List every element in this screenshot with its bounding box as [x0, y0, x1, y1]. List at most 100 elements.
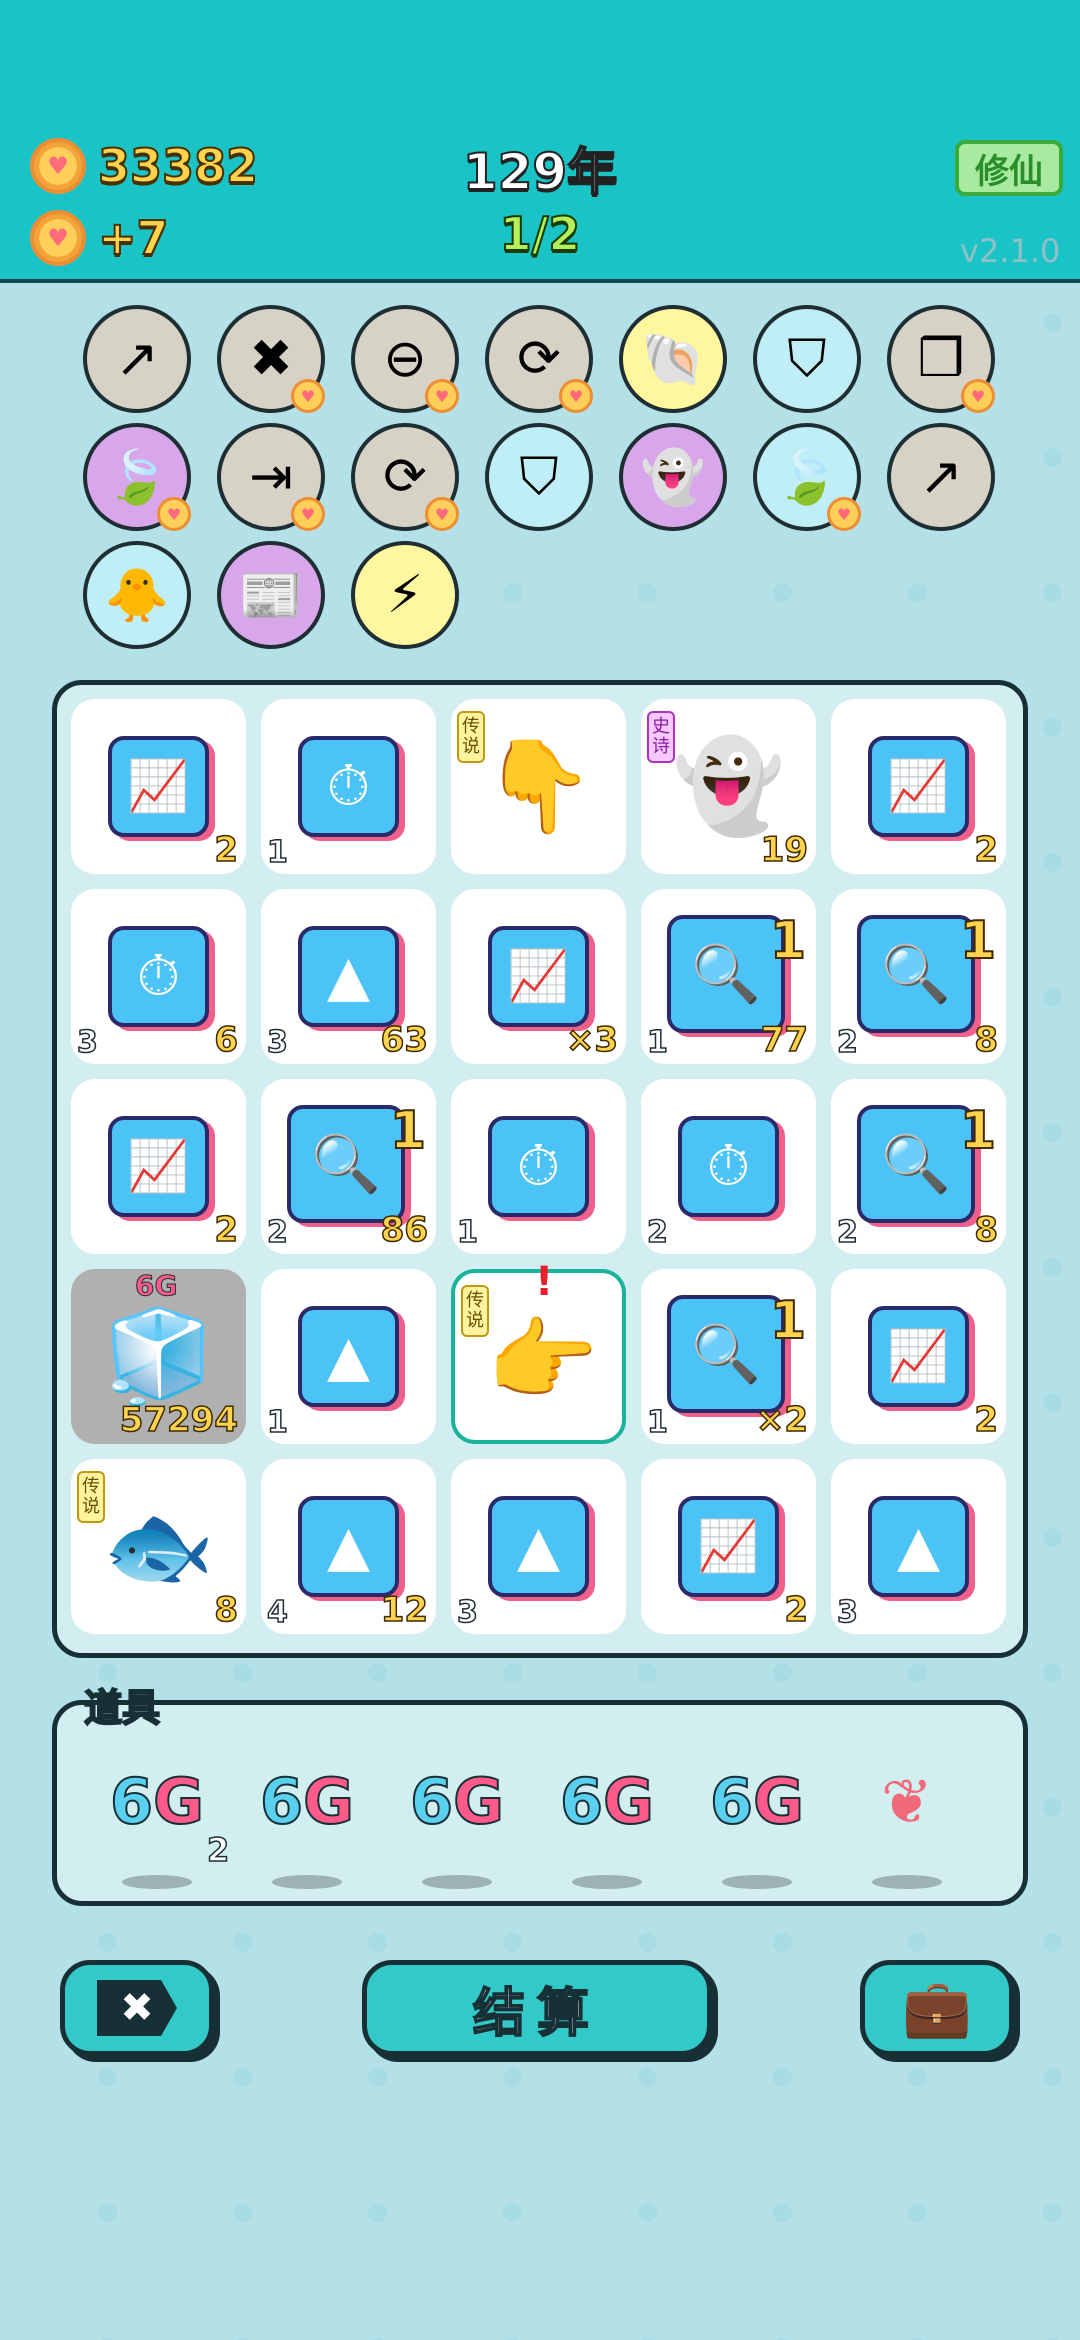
item-shadow: [722, 1875, 792, 1889]
cell-level: 2: [836, 1214, 858, 1251]
board-cell[interactable]: 🔍 1 2 8: [831, 889, 1006, 1064]
6g-icon[interactable]: 6G: [697, 1764, 817, 1839]
buff-slot[interactable]: ⚡: [351, 541, 459, 649]
top-bar: ♥ 33382 ♥ +7 129年 1/2 修仙 v2.1.0: [0, 0, 1080, 283]
cell-level: 4: [266, 1594, 288, 1631]
board-cell[interactable]: ▲ 1: [261, 1269, 436, 1444]
coin-icon: ♥: [157, 497, 191, 531]
board-cell[interactable]: ▲ 3: [451, 1459, 626, 1634]
buff-slot[interactable]: ⟳ ♥: [351, 423, 459, 531]
rarity-badge: 传说: [461, 1285, 489, 1337]
board-cell[interactable]: 🔍 1 2 86: [261, 1079, 436, 1254]
cultivation-button[interactable]: 修仙: [955, 140, 1063, 196]
buff-slot[interactable]: ⛉: [485, 423, 593, 531]
item-level: 1: [959, 910, 997, 972]
rarity-badge: 传说: [457, 711, 485, 763]
buff-slot[interactable]: ⊖ ♥: [351, 305, 459, 413]
minus-circle-icon: ⊖: [383, 329, 427, 389]
coin-icon: ♥: [827, 497, 861, 531]
board-cell[interactable]: 📈 2: [71, 699, 246, 874]
version-label: v2.1.0: [960, 232, 1061, 270]
cell-level: 3: [266, 1024, 288, 1061]
buff-slot[interactable]: ↗: [83, 305, 191, 413]
board-cell[interactable]: 🔍 1 1 ×2: [641, 1269, 816, 1444]
cell-value: 57294: [119, 1399, 239, 1441]
stopwatch-icon: ⏱: [298, 736, 399, 837]
6g-icon[interactable]: 6G: [547, 1764, 667, 1839]
coin-icon: ♥: [30, 138, 86, 194]
buff-slot[interactable]: 🐚: [619, 305, 727, 413]
buff-slot[interactable]: ⇥ ♥: [217, 423, 325, 531]
close-tag-icon: ✖: [97, 1980, 177, 2036]
arrow-up-card-icon: ↗: [919, 447, 963, 507]
board-cell[interactable]: 👇 传说: [451, 699, 626, 874]
board-cell[interactable]: 📈 2: [831, 699, 1006, 874]
buff-slot[interactable]: ⟳ ♥: [485, 305, 593, 413]
coin-icon: ♥: [30, 210, 86, 266]
buff-slot[interactable]: 📰: [217, 541, 325, 649]
discard-button[interactable]: ✖: [60, 1960, 214, 2056]
round-progress: 1/2: [499, 206, 582, 262]
buff-slot[interactable]: ✖ ♥: [217, 305, 325, 413]
cell-value: 77: [760, 1019, 809, 1061]
board-cell[interactable]: ▲ 4 12: [261, 1459, 436, 1634]
cell-value: 2: [214, 1209, 239, 1251]
item-level: 1: [389, 1100, 427, 1162]
board-cell[interactable]: 🔍 1 1 77: [641, 889, 816, 1064]
buff-slot[interactable]: 👻: [619, 423, 727, 531]
chick-egg-icon: 🐥: [104, 565, 170, 626]
board-cell[interactable]: 📈 2: [831, 1269, 1006, 1444]
buff-slot[interactable]: ↗: [887, 423, 995, 531]
coin-rate-value: +7: [97, 210, 170, 266]
board-cell[interactable]: ⏱ 3 6: [71, 889, 246, 1064]
gold-bars-icon: ▲: [298, 1306, 399, 1407]
coin-total: ♥ 33382: [30, 138, 259, 194]
item-count: 2: [206, 1830, 230, 1870]
6g-icon[interactable]: 6G: [97, 1764, 217, 1839]
board-cell[interactable]: ⏱ 1: [451, 1079, 626, 1254]
skirt-icon: ⛉: [787, 328, 827, 389]
buff-slot[interactable]: ❒ ♥: [887, 305, 995, 413]
coin-icon: ♥: [961, 379, 995, 413]
6g-icon[interactable]: 6G: [247, 1764, 367, 1839]
magnifier-coin-icon: 🔍: [667, 915, 785, 1033]
board-cell[interactable]: 👻 史诗 19: [641, 699, 816, 874]
buff-slot[interactable]: 🐥: [83, 541, 191, 649]
board-cell[interactable]: 🐟 传说 8: [71, 1459, 246, 1634]
ghost-light-icon: 👻: [640, 447, 706, 508]
item-shadow: [272, 1875, 342, 1889]
item-label-letter: G: [602, 1764, 655, 1839]
board-cell[interactable]: 📈 ×3: [451, 889, 626, 1064]
buff-slot[interactable]: 🍃 ♥: [83, 423, 191, 531]
board-cell[interactable]: ⏱ 1: [261, 699, 436, 874]
board-cell[interactable]: 🔍 1 2 8: [831, 1079, 1006, 1254]
inventory-button[interactable]: 💼: [860, 1960, 1014, 2056]
settle-button[interactable]: 结算: [362, 1960, 712, 2056]
board-cell[interactable]: ⏱ 2: [641, 1079, 816, 1254]
magnifier-coin-icon: 🔍: [667, 1295, 785, 1413]
board-cell[interactable]: 📈 2: [71, 1079, 246, 1254]
cell-value: 2: [214, 829, 239, 871]
board-cell[interactable]: 🧊 6G 57294: [71, 1269, 246, 1444]
board-cell[interactable]: ▲ 3 63: [261, 889, 436, 1064]
growth-chart-icon: 📈: [108, 736, 209, 837]
coin-total-value: 33382: [97, 138, 259, 194]
board-cell[interactable]: 👉 传说!: [451, 1259, 626, 1444]
refresh-icon: ⟳: [517, 329, 561, 389]
liver-icon[interactable]: ❦: [847, 1765, 967, 1838]
item-label-letter: G: [302, 1764, 355, 1839]
cell-level: 1: [266, 1404, 288, 1441]
6g-icon[interactable]: 6G: [397, 1764, 517, 1839]
item-shadow: [872, 1875, 942, 1889]
item-label-number: 6: [259, 1764, 304, 1839]
cell-value: 2: [784, 1589, 809, 1631]
cell-value: 2: [974, 829, 999, 871]
liver-glyph: ❦: [881, 1765, 933, 1838]
buff-slot[interactable]: 🍃 ♥: [753, 423, 861, 531]
leaf-icon: 🍃: [774, 447, 840, 508]
cell-value: 6: [214, 1019, 239, 1061]
board-cell[interactable]: 📈 2: [641, 1459, 816, 1634]
board-cell[interactable]: ▲ 3: [831, 1459, 1006, 1634]
buff-slot[interactable]: ⛉: [753, 305, 861, 413]
cell-level: 3: [456, 1594, 478, 1631]
